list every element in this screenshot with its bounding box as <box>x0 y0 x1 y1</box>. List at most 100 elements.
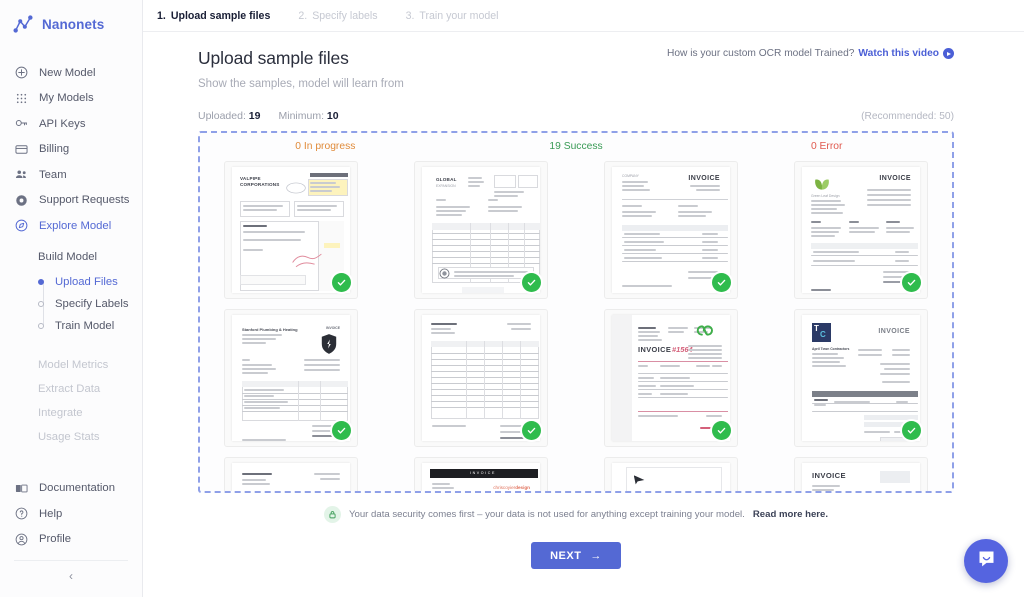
sidebar-item-label: Billing <box>39 143 70 156</box>
main-content: 1. Upload sample files 2. Specify labels… <box>143 0 1024 597</box>
lifebuoy-icon <box>14 193 29 208</box>
uploaded-file-thumbnail[interactable]: COMPANY INVOICE <box>604 161 738 299</box>
sidebar-substep-upload-files[interactable]: Upload Files <box>38 271 142 293</box>
compass-icon <box>14 218 29 233</box>
document-preview: INVOICE #1564 <box>612 315 730 441</box>
arrow-right-icon: → <box>590 549 602 562</box>
uploaded-file-thumbnail[interactable]: INVOICE <box>794 457 928 491</box>
upload-dropzone[interactable]: 0 In progress 19 Success 0 Error VALPIPE… <box>198 131 954 493</box>
grid-dots-icon <box>14 91 29 106</box>
check-circle-icon <box>332 273 351 292</box>
sidebar-item-label: New Model <box>39 66 96 79</box>
lock-icon <box>323 506 341 523</box>
sidebar-item-explore-model[interactable]: Explore Model <box>0 213 142 239</box>
sidebar-substep-label: Upload Files <box>55 275 118 288</box>
sidebar-item-label: Explore Model <box>39 219 112 232</box>
play-circle-icon[interactable] <box>943 48 954 59</box>
sidebar-substep-train-model[interactable]: Train Model <box>38 315 142 337</box>
brand-name: Nanonets <box>42 16 105 32</box>
sidebar-item-api-keys[interactable]: API Keys <box>0 111 142 137</box>
plus-circle-icon <box>14 65 29 80</box>
wizard-steps-bar: 1. Upload sample files 2. Specify labels… <box>143 0 1024 32</box>
wizard-step-specify-labels[interactable]: 2. Specify labels <box>298 10 377 22</box>
sidebar-item-label: My Models <box>39 92 94 105</box>
uploaded-label: Uploaded: <box>198 110 246 122</box>
video-hint: How is your custom OCR model Trained? Wa… <box>667 48 954 59</box>
document-preview: T C INVOICE April Town Contractors <box>802 315 920 441</box>
credit-card-icon <box>14 142 29 157</box>
uploaded-file-thumbnail[interactable]: Stanford Plumbing & Heating INVOICE <box>224 309 358 447</box>
document-preview: GLOBAL EXPANSION <box>422 167 540 293</box>
sidebar-item-label: Support Requests <box>39 194 130 207</box>
check-circle-icon <box>522 421 541 440</box>
sidebar-item-my-models[interactable]: My Models <box>0 86 142 112</box>
step-label: Train your model <box>419 9 499 22</box>
next-button[interactable]: NEXT → <box>531 542 621 569</box>
uploaded-value: 19 <box>248 110 261 122</box>
upload-status-row: 0 In progress 19 Success 0 Error <box>200 133 952 155</box>
sidebar-bottom-nav: Documentation Help Profile ‹ <box>0 476 142 597</box>
uploaded-file-thumbnail[interactable]: INVOICE Green Leaf Design <box>794 161 928 299</box>
page-content: How is your custom OCR model Trained? Wa… <box>143 32 1024 597</box>
chat-widget-button[interactable] <box>964 539 1008 583</box>
sidebar-item-documentation[interactable]: Documentation <box>0 476 142 502</box>
next-button-label: NEXT <box>550 549 582 562</box>
check-circle-icon <box>712 273 731 292</box>
page-subtitle: Show the samples, model will learn from <box>198 78 404 90</box>
book-icon <box>14 481 29 496</box>
document-preview <box>422 315 540 441</box>
status-error: 0 Error <box>810 140 843 152</box>
sidebar-item-label: Profile <box>39 533 72 546</box>
sidebar-item-team[interactable]: Team <box>0 162 142 188</box>
step-dot-hollow-icon <box>38 322 44 329</box>
uploaded-count: Uploaded: 19 <box>198 110 260 122</box>
sidebar-item-new-model[interactable]: New Model <box>0 60 142 86</box>
uploaded-file-thumbnail[interactable]: VALPIPE CORPORATIONS <box>224 161 358 299</box>
uploaded-file-thumbnail[interactable] <box>414 309 548 447</box>
check-circle-icon <box>902 421 921 440</box>
sidebar-item-billing[interactable]: Billing <box>0 137 142 163</box>
step-number: 3. <box>405 9 415 22</box>
uploaded-file-thumbnail[interactable]: GLOBAL EXPANSION <box>414 161 548 299</box>
sidebar-item-profile[interactable]: Profile <box>0 527 142 553</box>
check-circle-icon <box>332 421 351 440</box>
app-root: Nanonets New Model My Models API Keys Bi… <box>0 0 1024 597</box>
sidebar-item-model-metrics: Model Metrics <box>38 358 109 371</box>
brand[interactable]: Nanonets <box>0 0 142 48</box>
recommended-count: (Recommended: 50) <box>861 111 954 122</box>
user-circle-icon <box>14 532 29 547</box>
sidebar-item-extract-data: Extract Data <box>38 382 101 395</box>
uploaded-file-thumbnail[interactable] <box>224 457 358 491</box>
check-circle-icon <box>902 273 921 292</box>
uploaded-files-grid: VALPIPE CORPORATIONS GLOBAL EXPANSION CO… <box>200 155 952 491</box>
uploaded-file-thumbnail[interactable]: MY COMPANY NAME <box>604 457 738 491</box>
sidebar-item-label: API Keys <box>39 117 86 130</box>
document-preview: COMPANY INVOICE <box>612 167 730 293</box>
sidebar-item-label: Help <box>39 507 63 520</box>
sidebar-substep-label: Train Model <box>55 319 115 332</box>
step-number: 2. <box>298 9 308 22</box>
wizard-step-train-your-model[interactable]: 3. Train your model <box>406 10 499 22</box>
sidebar-disabled-group: Model Metrics Extract Data Integrate Usa… <box>0 353 142 449</box>
document-preview: VALPIPE CORPORATIONS <box>232 167 350 293</box>
wizard-step-upload-sample-files[interactable]: 1. Upload sample files <box>157 10 270 22</box>
sidebar-substep-specify-labels[interactable]: Specify Labels <box>38 293 142 315</box>
uploaded-file-thumbnail[interactable]: INVOICE #1564 <box>604 309 738 447</box>
check-circle-icon <box>522 273 541 292</box>
sidebar-item-usage-stats: Usage Stats <box>38 430 100 443</box>
sidebar-item-integrate: Integrate <box>38 406 83 419</box>
uploaded-file-thumbnail[interactable]: INVOICE chriscoyierdesign <box>414 457 548 491</box>
nanonets-network-logo-icon <box>12 13 34 35</box>
sidebar-item-support-requests[interactable]: Support Requests <box>0 188 142 214</box>
document-preview: INVOICE chriscoyierdesign <box>422 463 540 491</box>
watch-this-video-link[interactable]: Watch this video <box>858 48 939 59</box>
sidebar-item-help[interactable]: Help <box>0 501 142 527</box>
step-label: Upload sample files <box>170 9 271 22</box>
sidebar-collapse-button[interactable]: ‹ <box>0 561 142 591</box>
uploaded-file-thumbnail[interactable]: T C INVOICE April Town Contractors <box>794 309 928 447</box>
minimum-label: Minimum: <box>278 110 324 122</box>
document-preview: MY COMPANY NAME <box>612 463 730 491</box>
sidebar: Nanonets New Model My Models API Keys Bi… <box>0 0 143 597</box>
next-button-row: NEXT → <box>198 542 954 569</box>
read-more-link[interactable]: Read more here. <box>753 509 828 520</box>
